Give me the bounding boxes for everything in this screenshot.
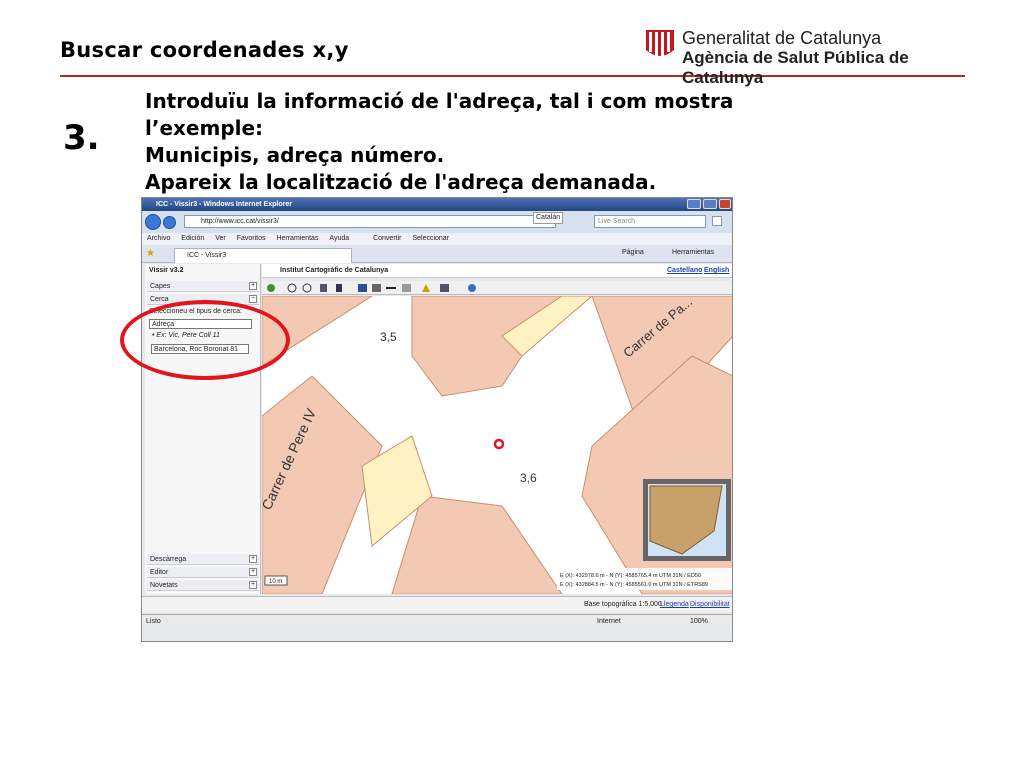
home-icon — [267, 284, 275, 292]
sidebar-capes[interactable]: Capes + — [147, 281, 259, 292]
lang-castellano-link[interactable]: Castellano — [667, 264, 702, 278]
convert-button[interactable]: Convertir — [373, 235, 401, 242]
menu-bar: Archivo Edición Ver Favoritos Herramient… — [142, 233, 732, 245]
pan-icon — [320, 284, 327, 292]
maximize-icon[interactable] — [703, 199, 717, 209]
icc-header: Institut Cartogràfic de Catalunya Castel… — [262, 264, 732, 278]
tab-vissir3[interactable]: ICC - Vissir3 — [174, 248, 352, 263]
tab-bar: ★ ICC - Vissir3 Página Herramientas — [142, 245, 732, 263]
status-text: Listo — [146, 618, 161, 625]
sidebar-novetats[interactable]: Novetats + — [147, 580, 259, 591]
highlight-circle — [120, 300, 290, 380]
instruction-line-3: Apareix la localització de l'adreça dema… — [145, 170, 657, 194]
sidebar-descarrega[interactable]: Descàrrega + — [147, 554, 259, 565]
zoom-in-icon — [287, 283, 297, 293]
lang-english-link[interactable]: English — [704, 264, 729, 278]
street-map: 3,5 3,6 Carrer de Pere IV Carrer de Pa..… — [262, 296, 732, 594]
zone-label: Internet — [597, 618, 621, 625]
coordinates-etrs89: E (X): 432884.5 m - N (Y): 4585561.0 m U… — [560, 582, 708, 588]
layer-icon — [372, 284, 381, 292]
base-info: Base topogràfica 1:5.000 — [584, 601, 662, 608]
legend-link[interactable]: Llegenda — [660, 597, 689, 613]
page-menu[interactable]: Página — [622, 249, 644, 256]
height-label-2: 3,6 — [520, 471, 537, 485]
availability-link[interactable]: Disponibilitat — [690, 597, 730, 613]
menu-herramientas[interactable]: Herramientas — [276, 235, 318, 242]
height-label-1: 3,5 — [380, 330, 397, 344]
instructions: Introduïu la informació de l'adreça, tal… — [145, 88, 845, 196]
icc-title: Institut Cartogràfic de Catalunya — [280, 267, 389, 274]
next-icon — [336, 284, 342, 292]
save-icon — [358, 284, 367, 292]
scale-bar-label: 10 m — [269, 579, 282, 585]
live-search-input[interactable]: Live Search — [594, 215, 706, 228]
menu-ver[interactable]: Ver — [215, 235, 226, 242]
instruction-line-1: Introduïu la informació de l'adreça, tal… — [145, 89, 734, 140]
slide-title: Buscar coordenades x,y — [60, 38, 349, 62]
browser-screenshot: ICC - Vissir3 - Windows Internet Explore… — [141, 197, 733, 642]
language-selector[interactable]: Catalán — [533, 212, 564, 224]
warning-icon — [422, 284, 430, 292]
select-button[interactable]: Seleccionar — [412, 235, 449, 242]
window-title: ICC - Vissir3 - Windows Internet Explore… — [156, 201, 292, 208]
location-marker-icon — [493, 438, 505, 450]
tools-menu[interactable]: Herramientas — [672, 249, 714, 256]
logo-line-1: Generalitat de Catalunya — [682, 28, 882, 48]
sidebar-editor[interactable]: Editor + — [147, 567, 259, 578]
ie-status-bar: Listo Internet 100% — [142, 614, 732, 627]
window-titlebar: ICC - Vissir3 - Windows Internet Explore… — [142, 198, 732, 211]
instruction-line-2: Municipis, adreça número. — [145, 143, 445, 167]
menu-edicion[interactable]: Edición — [181, 235, 204, 242]
grid-icon — [402, 284, 411, 292]
measure-icon — [386, 287, 396, 289]
generalitat-emblem-icon — [646, 30, 674, 56]
generalitat-logo: Generalitat de Catalunya Agència de Salu… — [644, 28, 974, 87]
step-number: 3. — [63, 118, 100, 158]
favorites-star-icon[interactable]: ★ — [146, 248, 155, 259]
map-tool-icons — [267, 283, 476, 293]
close-icon[interactable] — [719, 199, 731, 209]
address-bar: http://www.icc.cat/vissir3/ Catalán Live… — [142, 211, 732, 233]
menu-favoritos[interactable]: Favoritos — [237, 235, 266, 242]
coordinates-ed50: E (X): 432978.6 m - N (Y): 4585765.4 m U… — [560, 573, 701, 579]
print-icon — [440, 284, 449, 292]
search-icon[interactable] — [712, 216, 722, 226]
map-status-bar: Base topogràfica 1:5.000 Llegenda Dispon… — [142, 596, 732, 612]
zoom-label[interactable]: 100% — [690, 615, 708, 628]
menu-ayuda[interactable]: Ayuda — [329, 235, 349, 242]
url-input[interactable]: http://www.icc.cat/vissir3/ — [184, 215, 556, 228]
back-icon[interactable] — [145, 214, 161, 230]
help-icon — [468, 284, 476, 292]
map-toolbar — [262, 281, 732, 295]
minimize-icon[interactable] — [687, 199, 701, 209]
vissir-version: Vissir v3.2 — [149, 267, 184, 274]
forward-icon[interactable] — [163, 216, 176, 229]
menu-archivo[interactable]: Archivo — [147, 235, 170, 242]
zoom-out-icon — [302, 283, 312, 293]
logo-line-2: Agència de Salut Pública de Catalunya — [682, 48, 909, 87]
